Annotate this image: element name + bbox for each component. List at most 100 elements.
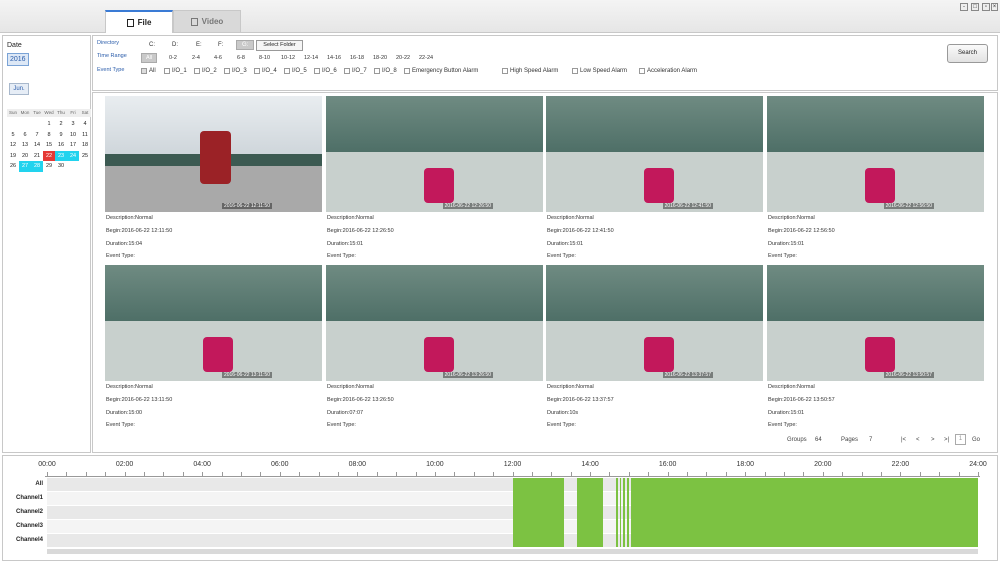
tab-file[interactable]: File — [105, 10, 173, 33]
time-range-option[interactable]: 22-24 — [419, 55, 433, 61]
time-range-option[interactable]: 12-14 — [304, 55, 318, 61]
checkbox-icon[interactable] — [141, 68, 147, 74]
time-range-option[interactable]: 8-10 — [259, 55, 270, 61]
minimize-icon[interactable]: - — [960, 3, 968, 11]
recorded-segment[interactable] — [512, 478, 565, 547]
calendar-day[interactable]: 17 — [67, 140, 79, 151]
calendar-day[interactable]: 26 — [7, 161, 19, 172]
event-type-option[interactable]: I/O_3 — [224, 68, 247, 74]
event-type-option[interactable]: I/O_6 — [314, 68, 337, 74]
checkbox-icon[interactable] — [284, 68, 290, 74]
record-card[interactable]: 2016-06-22 13:26:50 Description:Normal Beg… — [326, 265, 543, 432]
event-type-option[interactable]: I/O_2 — [194, 68, 217, 74]
drive-option[interactable]: F: — [218, 42, 223, 48]
recorded-segment[interactable] — [623, 478, 625, 547]
calendar-day[interactable]: 24 — [67, 150, 79, 161]
time-range-option[interactable]: 20-22 — [396, 55, 410, 61]
time-range-option[interactable]: 2-4 — [192, 55, 200, 61]
recorded-segment[interactable] — [626, 478, 629, 547]
event-type-option[interactable]: High Speed Alarm — [502, 68, 558, 74]
video-thumbnail[interactable]: 2016-06-22 13:37:57 — [546, 265, 763, 381]
checkbox-icon[interactable] — [164, 68, 170, 74]
calendar-day[interactable]: 1 — [43, 119, 55, 130]
video-thumbnail[interactable]: 2016-06-22 13:50:57 — [767, 265, 984, 381]
event-type-option[interactable]: Emergency Button Alarm — [404, 68, 478, 74]
month-button[interactable]: Jun. — [9, 83, 29, 95]
time-range-option[interactable]: 4-6 — [214, 55, 222, 61]
search-button[interactable]: Search — [947, 44, 988, 63]
calendar-day[interactable]: 16 — [55, 140, 67, 151]
video-thumbnail[interactable]: 2016-06-22 13:26:50 — [326, 265, 543, 381]
calendar-day[interactable]: 20 — [19, 151, 31, 162]
recorded-segment[interactable] — [615, 478, 618, 547]
calendar-day[interactable]: 14 — [31, 140, 43, 151]
record-card[interactable]: 2016-06-22 12:56:50 Description:Normal Beg… — [767, 96, 984, 263]
first-page-button[interactable]: |< — [901, 437, 906, 443]
calendar-day[interactable]: 6 — [19, 130, 31, 141]
record-card[interactable]: 2016-06-22 13:11:50 Description:Normal Beg… — [105, 265, 322, 432]
drive-option[interactable]: D: — [172, 42, 178, 48]
tab-video[interactable]: Video — [173, 10, 241, 33]
calendar-day[interactable]: 3 — [67, 119, 79, 130]
calendar-day[interactable]: 29 — [43, 161, 55, 172]
calendar-day[interactable]: 25 — [79, 151, 91, 162]
event-type-option[interactable]: I/O_4 — [254, 68, 277, 74]
record-card[interactable]: 2016-06-22 12:11:50 Description:Normal Beg… — [105, 96, 322, 263]
time-range-option[interactable]: All — [141, 53, 158, 63]
calendar-day[interactable]: 7 — [31, 130, 43, 141]
calendar-day[interactable]: 2 — [55, 119, 67, 130]
recorded-segment[interactable] — [620, 478, 622, 547]
video-thumbnail[interactable]: 2016-06-22 12:56:50 — [767, 96, 984, 212]
drive-option[interactable]: E: — [196, 42, 202, 48]
event-type-option[interactable]: I/O_5 — [284, 68, 307, 74]
event-type-option[interactable]: Low Speed Alarm — [572, 68, 627, 74]
record-card[interactable]: 2016-06-22 12:41:50 Description:Normal Beg… — [546, 96, 763, 263]
checkbox-icon[interactable] — [344, 68, 350, 74]
calendar-day[interactable]: 27 — [19, 161, 31, 172]
prev-page-button[interactable]: < — [916, 437, 920, 443]
video-thumbnail[interactable]: 2016-06-22 12:41:50 — [546, 96, 763, 212]
calendar-day[interactable]: 13 — [19, 140, 31, 151]
calendar-day[interactable]: 28 — [31, 161, 43, 172]
record-card[interactable]: 2016-06-22 13:50:57 Description:Normal Beg… — [767, 265, 984, 432]
event-type-option[interactable]: All — [141, 68, 156, 74]
go-button[interactable]: Go — [972, 437, 980, 443]
page-input[interactable]: 1 — [955, 434, 966, 445]
recorded-segment[interactable] — [576, 478, 603, 547]
calendar-day[interactable]: 21 — [31, 151, 43, 162]
calendar-day[interactable]: 4 — [79, 119, 91, 130]
checkbox-icon[interactable] — [224, 68, 230, 74]
time-range-option[interactable]: 18-20 — [373, 55, 387, 61]
video-thumbnail[interactable]: 2016-06-22 12:11:50 — [105, 96, 322, 212]
calendar-day[interactable]: 5 — [7, 130, 19, 141]
event-type-option[interactable]: Acceleration Alarm — [639, 68, 697, 74]
time-range-option[interactable]: 16-18 — [350, 55, 364, 61]
event-type-option[interactable]: I/O_8 — [374, 68, 397, 74]
checkbox-icon[interactable] — [639, 68, 645, 74]
calendar-day[interactable]: 11 — [79, 130, 91, 141]
recorded-segment[interactable] — [630, 478, 978, 547]
checkbox-icon[interactable] — [254, 68, 260, 74]
video-thumbnail[interactable]: 2016-06-22 13:11:50 — [105, 265, 322, 381]
calendar-day[interactable]: 18 — [79, 140, 91, 151]
drive-option[interactable]: G: — [236, 40, 255, 50]
calendar-day[interactable]: 19 — [7, 151, 19, 162]
record-card[interactable]: 2016-06-22 12:26:50 Description:Normal Beg… — [326, 96, 543, 263]
maximize-icon[interactable]: □ — [971, 3, 979, 11]
checkbox-icon[interactable] — [404, 68, 410, 74]
time-range-option[interactable]: 10-12 — [281, 55, 295, 61]
time-range-option[interactable]: 0-2 — [169, 55, 177, 61]
calendar-day[interactable]: 22 — [43, 150, 55, 161]
calendar-day[interactable]: 10 — [67, 130, 79, 141]
select-folder-button[interactable]: Select Folder — [256, 40, 303, 51]
close-icon[interactable]: × — [991, 3, 998, 11]
calendar-day[interactable]: 8 — [43, 130, 55, 141]
event-type-option[interactable]: I/O_1 — [164, 68, 187, 74]
drive-option[interactable]: C: — [149, 42, 155, 48]
checkbox-icon[interactable] — [374, 68, 380, 74]
next-page-button[interactable]: > — [931, 437, 935, 443]
event-type-option[interactable]: I/O_7 — [344, 68, 367, 74]
calendar-day[interactable]: 30 — [55, 161, 67, 172]
year-field[interactable]: 2016 — [7, 53, 29, 66]
calendar-day[interactable]: 9 — [55, 130, 67, 141]
